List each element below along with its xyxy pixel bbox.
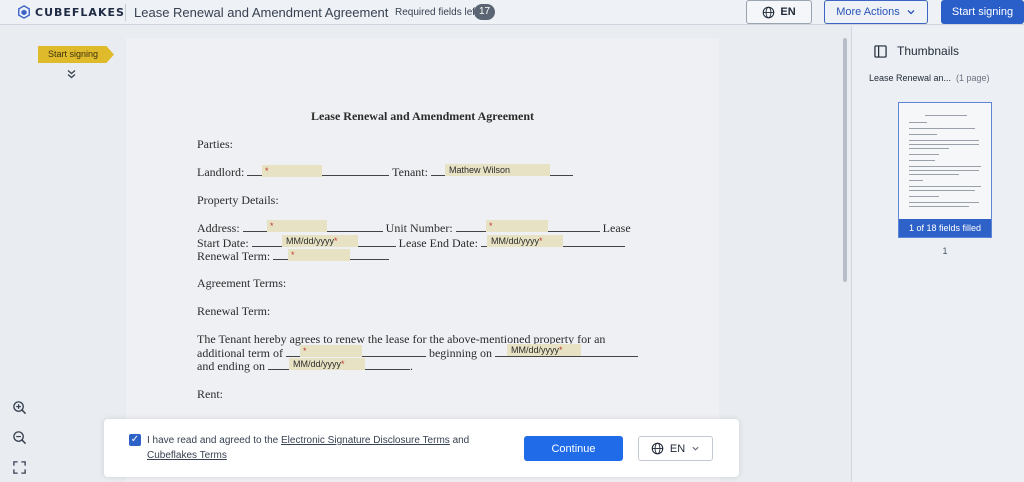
thumbnails-title: Thumbnails [897, 44, 960, 58]
cubeflakes-terms-link[interactable]: Cubeflakes Terms [147, 450, 227, 461]
document-heading: Lease Renewal and Amendment Agreement [310, 109, 535, 123]
brand-logo[interactable]: CUBEFLAKES [17, 5, 125, 19]
consent-language-select[interactable]: EN [638, 436, 713, 461]
ending-date-field[interactable]: MM/dd/yyyy* [289, 358, 365, 370]
required-fields-label: Required fields left [395, 7, 478, 18]
address-line: Address: Unit Number: Lease [197, 221, 631, 236]
unit-number-label: Unit Number: [385, 221, 453, 235]
thumbnails-header: Thumbnails [874, 44, 959, 58]
landlord-label: Landlord: [197, 165, 245, 179]
tenant-label: Tenant: [392, 165, 428, 179]
landlord-field[interactable]: * [262, 165, 322, 177]
start-signing-flag[interactable]: Start signing [38, 46, 114, 63]
thumbnails-panel: Thumbnails Lease Renewal an... (1 page) … [851, 26, 1024, 482]
thumbnail-doc-name: Lease Renewal an... [869, 73, 952, 83]
language-label: EN [780, 6, 796, 18]
zoom-in-icon[interactable] [10, 398, 28, 416]
fullscreen-icon[interactable] [10, 458, 28, 476]
agreement-terms-heading: Agreement Terms: [197, 276, 287, 290]
renewal-term-field[interactable]: * [288, 249, 350, 261]
document-title: Lease Renewal and Amendment Agreement [134, 5, 389, 20]
consent-text: I have read and agreed to the Electronic… [147, 435, 470, 461]
consent-checkbox[interactable]: ✓ [129, 434, 141, 446]
more-actions-label: More Actions [836, 6, 900, 18]
header-divider [125, 4, 126, 21]
consent-language-label: EN [669, 442, 686, 455]
renewal-term-heading: Renewal Term: [197, 304, 271, 318]
thumbnail-page-number: 1 [942, 246, 948, 256]
zoom-out-icon[interactable] [10, 428, 28, 446]
beginning-date-field[interactable]: MM/dd/yyyy* [507, 344, 581, 356]
cubeflakes-logo-icon [18, 5, 30, 19]
continue-button[interactable]: Continue [524, 436, 623, 461]
more-actions-button[interactable]: More Actions [824, 0, 928, 24]
required-fields-count-badge: 17 [474, 4, 496, 20]
renewal-term-label: Renewal Term: [197, 249, 271, 263]
chevron-down-icon [907, 10, 915, 15]
tenant-field[interactable]: Mathew Wilson [445, 164, 550, 176]
end-date-label: Lease End Date: [398, 236, 478, 250]
address-field[interactable]: * [267, 220, 327, 232]
rent-heading: Rent: [197, 387, 223, 401]
brand-name: CUBEFLAKES [35, 5, 125, 19]
sidebar-toggle-icon[interactable] [874, 44, 887, 58]
start-date-label: Start Date: [197, 236, 249, 250]
double-chevron-down-icon[interactable] [67, 69, 76, 82]
top-header: CUBEFLAKES Lease Renewal and Amendment A… [0, 0, 1024, 25]
parties-heading: Parties: [197, 137, 233, 151]
end-date-field[interactable]: MM/dd/yyyy* [487, 235, 563, 247]
chevron-down-icon [692, 446, 699, 451]
start-date-field[interactable]: MM/dd/yyyy* [282, 235, 358, 247]
consent-bar: ✓ I have read and agreed to the Electron… [104, 419, 739, 477]
globe-icon [651, 442, 664, 455]
unit-number-field[interactable]: * [486, 220, 548, 232]
fields-filled-status: 1 of 18 fields filled [899, 219, 991, 237]
property-details-heading: Property Details: [197, 193, 279, 207]
language-select[interactable]: EN [746, 0, 812, 24]
document-scrollbar[interactable] [843, 38, 847, 282]
address-label: Address: [197, 221, 240, 235]
document-page: Lease Renewal and Amendment Agreement Pa… [126, 38, 719, 482]
additional-term-field[interactable]: * [300, 345, 362, 357]
disclosure-terms-link[interactable]: Electronic Signature Disclosure Terms [281, 435, 450, 446]
page-thumbnail[interactable]: 1 of 18 fields filled [898, 102, 992, 238]
lease-word: Lease [602, 221, 631, 235]
start-signing-button[interactable]: Start signing [941, 0, 1024, 24]
globe-icon [763, 6, 775, 18]
thumbnail-page-count: (1 page) [956, 73, 990, 83]
